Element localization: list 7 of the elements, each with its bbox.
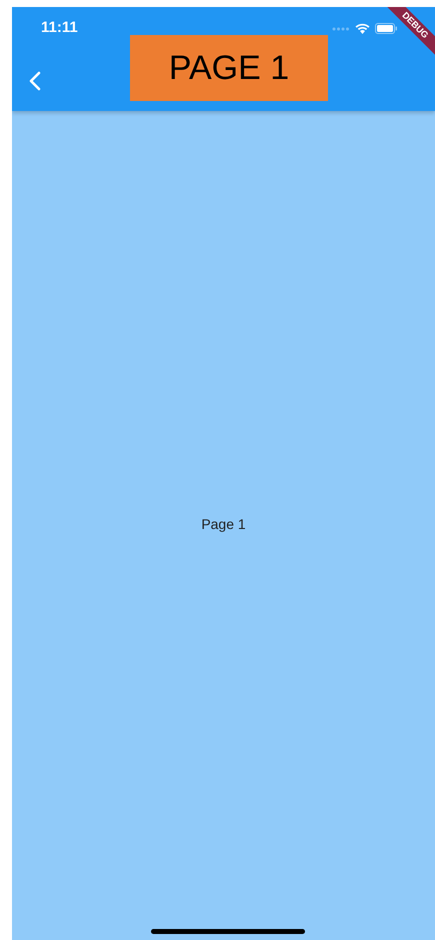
wifi-icon	[355, 23, 370, 34]
battery-icon	[375, 23, 397, 34]
signal-icon	[332, 26, 350, 30]
page-title: PAGE 1	[130, 35, 328, 101]
status-time: 11:11	[41, 20, 78, 36]
page-label: Page 1	[201, 516, 246, 532]
back-icon[interactable]	[29, 71, 41, 91]
